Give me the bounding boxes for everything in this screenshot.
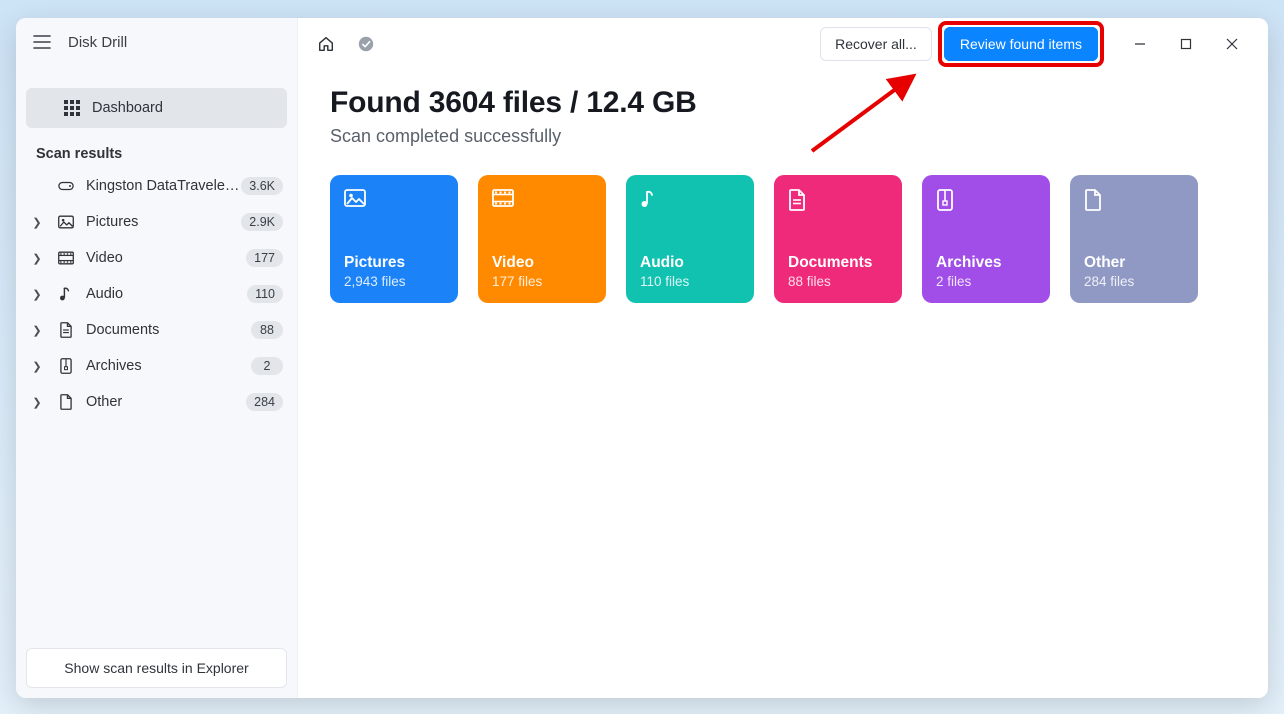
document-icon	[788, 189, 888, 223]
card-documents[interactable]: Documents 88 files	[774, 175, 902, 303]
recover-all-button[interactable]: Recover all...	[820, 27, 932, 61]
sidebar-item-documents[interactable]: ❯ Documents88	[22, 312, 291, 348]
sidebar-item-badge: 110	[247, 285, 283, 303]
card-sub: 177 files	[492, 274, 592, 289]
sidebar-header: Disk Drill	[16, 18, 297, 66]
drive-icon	[56, 178, 76, 194]
sidebar-item-label: Audio	[86, 286, 247, 302]
maximize-button[interactable]	[1164, 28, 1208, 60]
card-sub: 2,943 files	[344, 274, 444, 289]
sidebar: Disk Drill Dashboard Scan results ❯ King…	[16, 18, 298, 698]
archive-icon	[936, 189, 1036, 223]
card-audio[interactable]: Audio 110 files	[626, 175, 754, 303]
card-title: Audio	[640, 254, 740, 272]
card-title: Video	[492, 254, 592, 272]
sidebar-item-label: Documents	[86, 322, 251, 338]
document-icon	[56, 322, 76, 338]
sidebar-item-label: Video	[86, 250, 246, 266]
device-label: Kingston DataTraveler 2....	[86, 178, 241, 194]
recover-all-label: Recover all...	[835, 36, 917, 52]
card-sub: 88 files	[788, 274, 888, 289]
sidebar-item-audio[interactable]: ❯ Audio110	[22, 276, 291, 312]
card-title: Archives	[936, 254, 1036, 272]
film-icon	[56, 250, 76, 266]
chevron-right-icon[interactable]: ❯	[30, 288, 44, 301]
card-sub: 284 files	[1084, 274, 1184, 289]
sidebar-item-badge: 88	[251, 321, 283, 339]
card-title: Other	[1084, 254, 1184, 272]
card-pictures[interactable]: Pictures 2,943 files	[330, 175, 458, 303]
device-badge: 3.6K	[241, 177, 283, 195]
sidebar-item-badge: 177	[246, 249, 283, 267]
card-title: Documents	[788, 254, 888, 272]
card-archives[interactable]: Archives 2 files	[922, 175, 1050, 303]
card-sub: 2 files	[936, 274, 1036, 289]
review-button[interactable]: Review found items	[944, 27, 1098, 61]
card-other[interactable]: Other 284 files	[1070, 175, 1198, 303]
file-icon	[56, 394, 76, 410]
sidebar-item-archives[interactable]: ❯ Archives2	[22, 348, 291, 384]
dashboard-label: Dashboard	[92, 100, 163, 116]
sidebar-item-label: Archives	[86, 358, 251, 374]
archive-icon	[56, 358, 76, 374]
toolbar: Recover all... Review found items	[298, 18, 1268, 70]
file-icon	[1084, 189, 1184, 223]
sidebar-section-header: Scan results	[36, 146, 297, 162]
status-check-icon[interactable]	[352, 30, 380, 58]
show-in-explorer-button[interactable]: Show scan results in Explorer	[26, 648, 287, 688]
sidebar-device-row[interactable]: ❯ Kingston DataTraveler 2.... 3.6K	[22, 168, 291, 204]
main-panel: Recover all... Review found items Found …	[298, 18, 1268, 698]
sidebar-item-label: Other	[86, 394, 246, 410]
music-icon	[640, 189, 740, 223]
chevron-right-icon[interactable]: ❯	[30, 324, 44, 337]
app-window: Disk Drill Dashboard Scan results ❯ King…	[16, 18, 1268, 698]
home-icon[interactable]	[312, 30, 340, 58]
review-label: Review found items	[960, 36, 1082, 52]
card-title: Pictures	[344, 254, 444, 272]
sidebar-tree: ❯ Kingston DataTraveler 2.... 3.6K ❯ Pict…	[16, 168, 297, 420]
menu-icon[interactable]	[28, 28, 56, 56]
category-cards: Pictures 2,943 files Video 177 files Audio 11…	[330, 175, 1236, 303]
card-sub: 110 files	[640, 274, 740, 289]
sidebar-item-other[interactable]: ❯ Other284	[22, 384, 291, 420]
card-video[interactable]: Video 177 files	[478, 175, 606, 303]
subline: Scan completed successfully	[330, 126, 1236, 147]
sidebar-item-pictures[interactable]: ❯ Pictures2.9K	[22, 204, 291, 240]
sidebar-item-badge: 284	[246, 393, 283, 411]
sidebar-item-video[interactable]: ❯ Video177	[22, 240, 291, 276]
image-icon	[344, 189, 444, 223]
sidebar-item-badge: 2.9K	[241, 213, 283, 231]
sidebar-item-dashboard[interactable]: Dashboard	[26, 88, 287, 128]
sidebar-item-badge: 2	[251, 357, 283, 375]
minimize-button[interactable]	[1118, 28, 1162, 60]
show-in-explorer-label: Show scan results in Explorer	[64, 660, 248, 676]
app-title: Disk Drill	[68, 34, 127, 51]
close-button[interactable]	[1210, 28, 1254, 60]
music-icon	[56, 286, 76, 302]
chevron-right-icon[interactable]: ❯	[30, 216, 44, 229]
chevron-right-icon[interactable]: ❯	[30, 252, 44, 265]
chevron-right-icon[interactable]: ❯	[30, 360, 44, 373]
headline: Found 3604 files / 12.4 GB	[330, 86, 1236, 120]
image-icon	[56, 214, 76, 230]
content: Found 3604 files / 12.4 GB Scan complete…	[298, 70, 1268, 319]
film-icon	[492, 189, 592, 223]
chevron-right-icon[interactable]: ❯	[30, 396, 44, 409]
dashboard-icon	[62, 98, 82, 118]
sidebar-item-label: Pictures	[86, 214, 241, 230]
